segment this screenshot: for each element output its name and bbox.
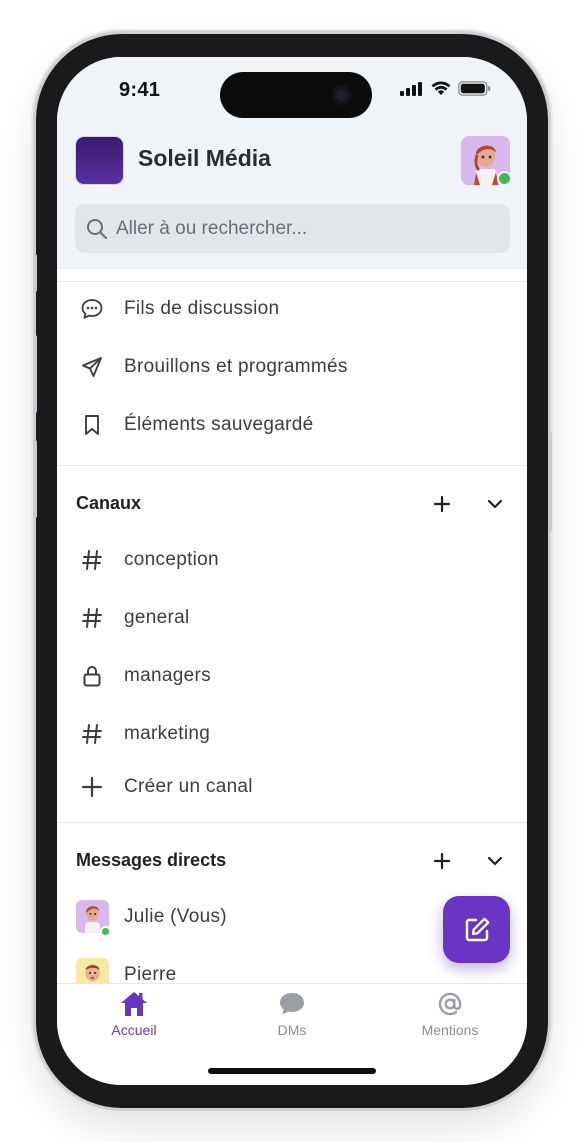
- channel-label: marketing: [124, 723, 211, 744]
- paper-plane-icon: [79, 354, 105, 380]
- sidebar-content: Fils de discussion Brouillons et program…: [57, 269, 527, 991]
- quick-link-label: Brouillons et programmés: [124, 356, 348, 377]
- action-button: [33, 254, 37, 292]
- chat-bubble-icon: [280, 993, 304, 1015]
- quick-link-label: Éléments sauvegardé: [124, 414, 314, 435]
- tab-dms[interactable]: DMs: [232, 990, 352, 1038]
- dm-section-title[interactable]: Messages directs: [76, 850, 226, 871]
- power-button: [548, 432, 552, 532]
- plus-icon: [433, 495, 451, 513]
- divider: [57, 281, 527, 282]
- status-icons: [400, 81, 491, 96]
- divider: [57, 822, 527, 823]
- add-dm-button[interactable]: [429, 848, 455, 874]
- dm-label: Julie (Vous): [124, 906, 227, 927]
- status-time: 9:41: [119, 79, 161, 101]
- hash-icon: [79, 605, 105, 631]
- phone-screen: 9:41 Soleil Média Aller à ou rechercher.…: [57, 57, 527, 1085]
- add-channel-button[interactable]: [429, 491, 455, 517]
- bookmark-icon: [79, 412, 105, 438]
- home-indicator[interactable]: [208, 1068, 376, 1074]
- tab-mentions[interactable]: Mentions: [390, 990, 510, 1038]
- divider: [57, 465, 527, 466]
- workspace-logo[interactable]: [76, 137, 123, 184]
- online-status-dot: [497, 171, 512, 186]
- volume-down-button: [33, 440, 37, 518]
- quick-link-drafts[interactable]: Brouillons et programmés: [57, 345, 527, 389]
- quick-link-saved[interactable]: Éléments sauvegardé: [57, 403, 527, 447]
- dynamic-island: [220, 72, 372, 118]
- search-placeholder: Aller à ou rechercher...: [116, 217, 308, 239]
- collapse-channels-button[interactable]: [482, 491, 508, 517]
- quick-link-threads[interactable]: Fils de discussion: [57, 287, 527, 331]
- channel-label: general: [124, 607, 190, 628]
- plus-icon: [79, 774, 105, 800]
- collapse-dm-button[interactable]: [482, 848, 508, 874]
- camera-icon: [332, 85, 352, 105]
- quick-link-label: Fils de discussion: [124, 298, 280, 319]
- chevron-down-icon: [487, 856, 503, 866]
- hash-icon: [79, 721, 105, 747]
- workspace-name[interactable]: Soleil Média: [138, 145, 271, 172]
- volume-up-button: [33, 335, 37, 413]
- chevron-down-icon: [487, 499, 503, 509]
- tab-label: DMs: [277, 1022, 307, 1038]
- lock-icon: [79, 663, 105, 689]
- tab-home[interactable]: Accueil: [74, 990, 194, 1038]
- channel-item-marketing[interactable]: marketing: [57, 712, 527, 756]
- channel-item-general[interactable]: general: [57, 596, 527, 640]
- app-header: 9:41 Soleil Média Aller à ou rechercher.…: [57, 57, 527, 269]
- at-sign-icon: [438, 992, 462, 1016]
- search-input[interactable]: Aller à ou rechercher...: [75, 204, 510, 253]
- online-status-dot: [100, 926, 111, 937]
- tab-label: Accueil: [111, 1022, 157, 1038]
- compose-button[interactable]: [443, 896, 510, 963]
- search-icon: [87, 218, 108, 239]
- channel-label: conception: [124, 549, 219, 570]
- channel-label: managers: [124, 665, 211, 686]
- home-icon: [121, 992, 147, 1016]
- hash-icon: [79, 547, 105, 573]
- compose-icon: [465, 917, 489, 941]
- create-channel-label: Créer un canal: [124, 776, 253, 797]
- wifi-icon: [431, 81, 451, 95]
- tab-label: Mentions: [421, 1022, 479, 1038]
- battery-icon: [458, 81, 491, 96]
- channel-item-managers[interactable]: managers: [57, 654, 527, 698]
- channels-section-title[interactable]: Canaux: [76, 493, 141, 514]
- signal-icon: [400, 81, 422, 96]
- create-channel-button[interactable]: Créer un canal: [57, 765, 527, 809]
- plus-icon: [433, 852, 451, 870]
- speech-bubble-icon: [79, 296, 105, 322]
- channel-item-conception[interactable]: conception: [57, 538, 527, 582]
